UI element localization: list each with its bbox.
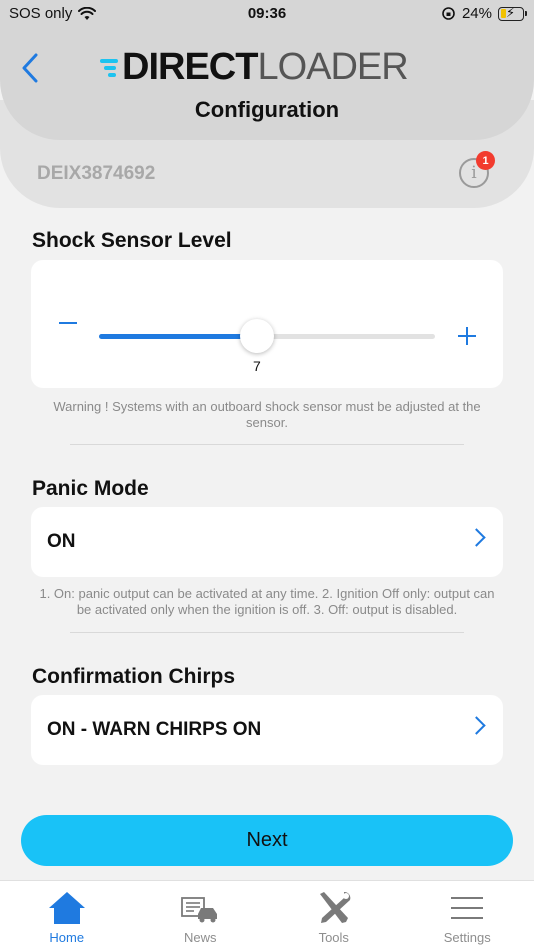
tab-bar: Home News Tools Settings: [0, 880, 534, 950]
tab-home[interactable]: Home: [0, 881, 134, 950]
logo: DIRECT LOADER: [100, 45, 409, 88]
panic-mode-value: ON: [47, 531, 76, 552]
chevron-right-icon: [467, 528, 486, 547]
home-icon: [48, 892, 85, 924]
battery-icon: ⚡: [498, 5, 527, 21]
menu-icon: [451, 897, 484, 919]
slider-value: 7: [253, 358, 261, 374]
next-button[interactable]: Next: [21, 815, 513, 866]
status-bar: SOS only 09:36 24% ⚡: [0, 0, 534, 30]
shock-sensor-card: 7: [31, 260, 503, 388]
logo-text-loader: LOADER: [257, 45, 408, 88]
decrease-button[interactable]: [59, 322, 77, 324]
info-icon: i: [471, 163, 477, 183]
logo-text-direct: DIRECT: [122, 45, 258, 88]
logo-speed-lines: [100, 59, 118, 77]
rotation-lock-icon: [442, 7, 455, 20]
battery-percent: 24%: [461, 5, 492, 22]
tab-label: Settings: [443, 930, 491, 945]
device-id: DEIX3874692: [37, 163, 156, 184]
panic-mode-title: Panic Mode: [32, 477, 149, 500]
slider-thumb[interactable]: [239, 319, 274, 353]
news-icon: [181, 897, 218, 923]
tools-icon: [319, 891, 351, 923]
panic-mode-select[interactable]: ON: [31, 507, 503, 577]
shock-sensor-note: Warning ! Systems with an outboard shock…: [53, 399, 481, 430]
tab-settings[interactable]: Settings: [401, 881, 534, 950]
shock-sensor-title: Shock Sensor Level: [32, 229, 232, 252]
page-title: Configuration: [194, 97, 340, 122]
tab-label: Home: [49, 930, 85, 945]
tab-news[interactable]: News: [134, 881, 268, 950]
tab-label: Tools: [318, 930, 349, 945]
chirps-select[interactable]: ON - WARN CHIRPS ON: [31, 695, 503, 765]
divider: [70, 632, 464, 633]
panic-mode-note: 1. On: panic output can be activated at …: [39, 586, 495, 617]
tab-tools[interactable]: Tools: [267, 881, 401, 950]
chirps-value: ON - WARN CHIRPS ON: [47, 719, 262, 740]
slider-fill: [99, 334, 257, 339]
notification-badge: 1: [476, 151, 495, 170]
divider: [70, 444, 464, 445]
back-button[interactable]: [14, 48, 46, 88]
chirps-title: Confirmation Chirps: [32, 665, 235, 688]
chevron-left-icon: [22, 53, 38, 83]
tab-label: News: [183, 930, 217, 945]
chevron-right-icon: [467, 716, 486, 735]
